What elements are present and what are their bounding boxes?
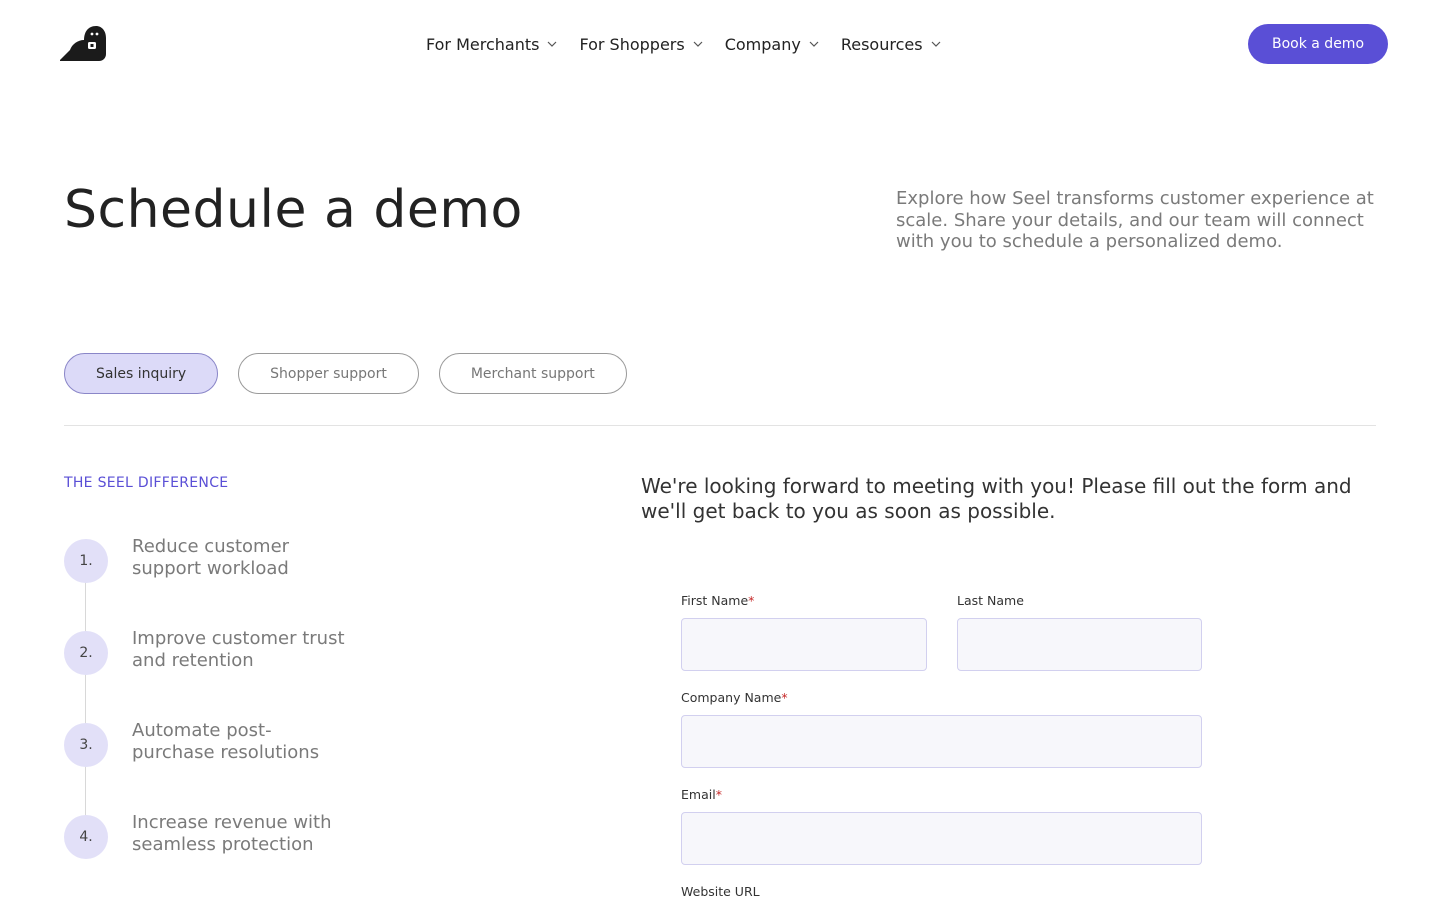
nav-for-shoppers[interactable]: For Shoppers (579, 32, 703, 56)
step-text: Improve customer trust and retention (132, 628, 345, 671)
nav-resources[interactable]: Resources (841, 32, 941, 56)
required-mark: * (748, 593, 755, 608)
website-url-label: Website URL (681, 884, 760, 899)
email-input[interactable] (681, 812, 1202, 865)
required-mark: * (781, 690, 788, 705)
difference-step: 4. Increase revenue with seamless protec… (64, 812, 352, 859)
nav-label: For Shoppers (579, 34, 685, 54)
steps-connector-line (85, 582, 86, 818)
site-header: For Merchants For Shoppers Company Resou… (0, 0, 1440, 88)
section-divider (64, 425, 1376, 426)
difference-step: 3. Automate post-purchase resolutions (64, 720, 352, 767)
seel-difference-label: THE SEEL DIFFERENCE (64, 475, 229, 491)
first-name-label: First Name* (681, 593, 754, 608)
form-intro: We're looking forward to meeting with yo… (641, 474, 1352, 523)
difference-step: 1. Reduce customer support workload (64, 536, 352, 583)
page-title: Schedule a demo (64, 180, 523, 240)
last-name-input[interactable] (957, 618, 1202, 671)
nav-label: Company (724, 34, 801, 54)
hero-description: Explore how Seel transforms customer exp… (896, 188, 1374, 252)
company-name-label: Company Name* (681, 690, 788, 705)
step-number: 1. (64, 539, 108, 583)
nav-for-merchants[interactable]: For Merchants (426, 32, 557, 56)
chevron-down-icon (931, 41, 940, 47)
nav-label: Resources (840, 34, 923, 54)
label-text: Company Name (681, 690, 782, 705)
tab-merchant-support[interactable]: Merchant support (438, 353, 627, 394)
book-demo-button[interactable]: Book a demo (1248, 24, 1388, 64)
step-text: Reduce customer support workload (132, 536, 290, 579)
seel-logo-icon[interactable] (60, 26, 106, 62)
company-name-input[interactable] (681, 715, 1202, 768)
main-nav: For Merchants For Shoppers Company Resou… (426, 32, 941, 56)
chevron-down-icon (809, 41, 819, 47)
chevron-down-icon (548, 41, 557, 47)
step-text: Automate post-purchase resolutions (132, 720, 320, 763)
email-label: Email* (681, 787, 722, 802)
label-text: Email (681, 787, 716, 802)
step-text: Increase revenue with seamless protectio… (132, 812, 332, 855)
step-number: 2. (64, 631, 108, 675)
last-name-label: Last Name (957, 593, 1024, 608)
difference-step: 2. Improve customer trust and retention (64, 628, 352, 675)
chevron-down-icon (693, 41, 703, 47)
label-text: Last Name (957, 593, 1024, 608)
label-text: Website URL (681, 884, 760, 899)
tab-shopper-support[interactable]: Shopper support (238, 353, 419, 394)
inquiry-tabs: Sales inquiry Shopper support Merchant s… (64, 353, 627, 394)
tab-sales-inquiry[interactable]: Sales inquiry (64, 353, 219, 394)
required-mark: * (715, 787, 722, 802)
step-number: 3. (64, 723, 108, 767)
nav-label: For Merchants (426, 34, 540, 54)
nav-company[interactable]: Company (725, 32, 819, 56)
label-text: First Name (681, 593, 749, 608)
first-name-input[interactable] (681, 618, 927, 671)
step-number: 4. (64, 815, 108, 859)
